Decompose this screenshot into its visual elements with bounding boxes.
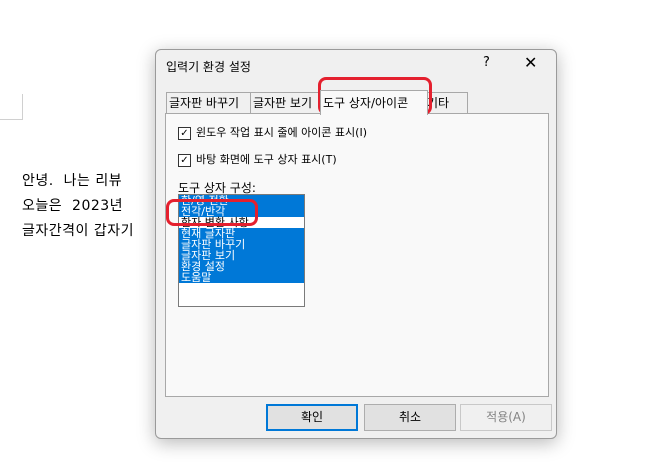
ime-settings-dialog: 입력기 환경 설정 ? ✕ 글자판 바꾸기 글자판 보기 도구 상자/아이콘 기…: [155, 49, 557, 439]
tab-view-keyboard[interactable]: 글자판 보기: [250, 92, 322, 113]
document-line-3: 글자간격이 갑자기: [22, 223, 134, 239]
help-button[interactable]: ?: [483, 55, 490, 70]
apply-button[interactable]: 적용(A): [460, 404, 552, 431]
taskbar-icon-option[interactable]: ✓ 윈도우 작업 표시 줄에 아이콘 표시(I): [178, 124, 367, 140]
item-highlight-annotation: [166, 199, 258, 226]
taskbar-icon-checkbox[interactable]: ✓: [178, 126, 191, 140]
list-item[interactable]: 도움말: [179, 272, 304, 283]
close-icon[interactable]: ✕: [524, 53, 537, 72]
taskbar-icon-label: 윈도우 작업 표시 줄에 아이콘 표시(I): [196, 126, 367, 139]
ok-button[interactable]: 확인: [266, 404, 358, 431]
desktop-toolbox-option[interactable]: ✓ 바탕 화면에 도구 상자 표시(T): [178, 151, 337, 167]
tab-panel: ✓ 윈도우 작업 표시 줄에 아이콘 표시(I) ✓ 바탕 화면에 도구 상자 표시…: [165, 113, 549, 397]
document-line-1: 안녕. 나는 리뷰: [22, 173, 123, 189]
desktop-toolbox-checkbox[interactable]: ✓: [178, 153, 191, 167]
desktop-toolbox-label: 바탕 화면에 도구 상자 표시(T): [196, 153, 337, 166]
tab-toolbox-icon[interactable]: 도구 상자/아이콘: [320, 90, 428, 115]
tab-change-keyboard[interactable]: 글자판 바꾸기: [166, 92, 252, 113]
document-line-2: 오늘은 2023년: [22, 198, 124, 214]
cancel-button[interactable]: 취소: [364, 404, 456, 431]
dialog-title: 입력기 환경 설정: [166, 60, 251, 74]
document-margin-corner: [0, 94, 23, 120]
